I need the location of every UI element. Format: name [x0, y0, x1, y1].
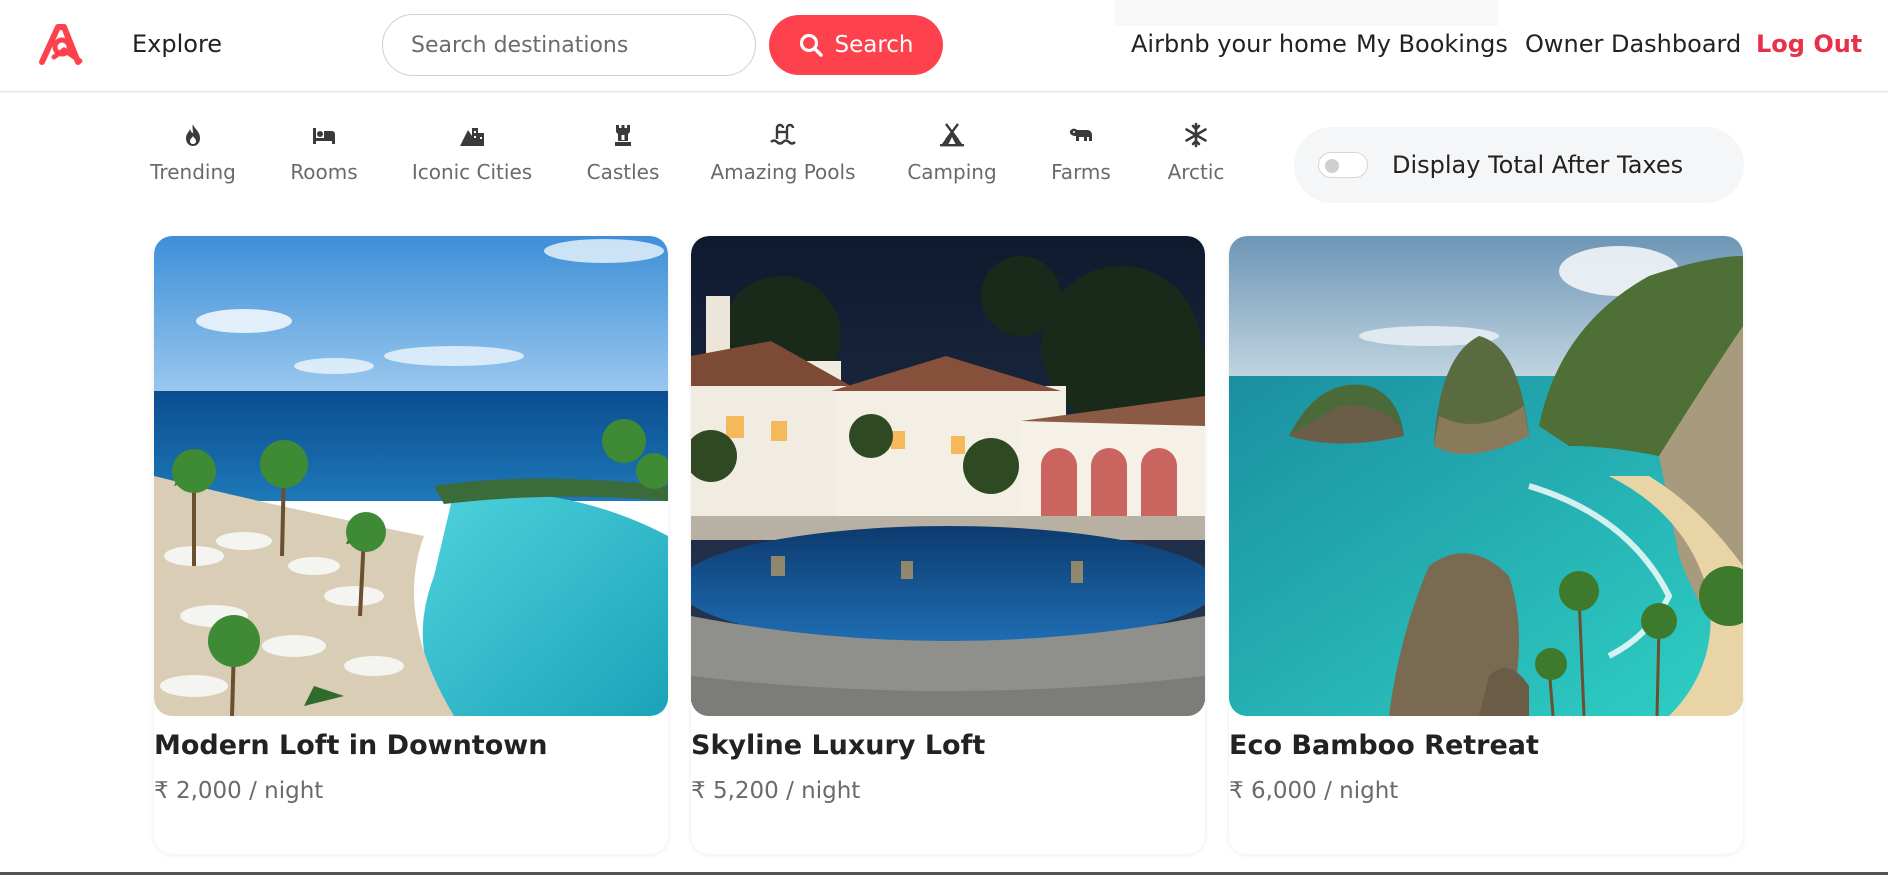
filter-arctic[interactable]: Arctic	[1121, 118, 1271, 184]
pool-icon	[708, 118, 858, 152]
nav-links: Airbnb your home My Bookings Owner Dashb…	[0, 30, 1888, 60]
filter-label: Iconic Cities	[411, 160, 533, 184]
fire-icon	[118, 118, 268, 152]
bed-icon	[249, 118, 399, 152]
filter-castles[interactable]: Castles	[548, 118, 698, 184]
mountain-city-icon	[397, 118, 547, 152]
listing-card[interactable]: Modern Loft in Downtown ₹ 2,000 / night	[154, 236, 668, 854]
listing-title: Eco Bamboo Retreat	[1229, 730, 1539, 761]
campground-icon	[877, 118, 1027, 152]
switch-knob	[1325, 159, 1339, 173]
navbar: Explore Search Airbnb your home My Booki…	[0, 0, 1888, 92]
listing-title: Modern Loft in Downtown	[154, 730, 548, 761]
listing-photo	[1229, 236, 1743, 716]
castle-icon	[548, 118, 698, 152]
owner-dashboard-link[interactable]: Owner Dashboard	[1525, 30, 1741, 58]
filter-label: Arctic	[1167, 160, 1225, 184]
filter-iconic-cities[interactable]: Iconic Cities	[397, 118, 547, 184]
filter-camping[interactable]: Camping	[877, 118, 1027, 184]
logout-link[interactable]: Log Out	[1756, 30, 1862, 58]
listing-photo	[154, 236, 668, 716]
airbnb-your-home-link[interactable]: Airbnb your home	[1131, 30, 1347, 58]
filter-label: Amazing Pools	[710, 160, 856, 184]
filter-trending[interactable]: Trending	[118, 118, 268, 184]
listing-price: ₹ 5,200 / night	[691, 778, 861, 804]
filter-label: Rooms	[290, 160, 358, 184]
listing-price: ₹ 2,000 / night	[154, 778, 324, 804]
filter-label: Castles	[586, 160, 660, 184]
tax-toggle-label: Display Total After Taxes	[1392, 151, 1684, 179]
listing-card[interactable]: Eco Bamboo Retreat ₹ 6,000 / night	[1229, 236, 1743, 854]
listing-title: Skyline Luxury Loft	[691, 730, 986, 761]
filter-amazing-pools[interactable]: Amazing Pools	[708, 118, 858, 184]
listing-price: ₹ 6,000 / night	[1229, 778, 1399, 804]
tax-toggle-panel: Display Total After Taxes	[1294, 127, 1744, 203]
filter-label: Trending	[150, 160, 236, 184]
snowflake-icon	[1121, 118, 1271, 152]
tax-toggle-switch[interactable]	[1318, 152, 1368, 178]
header-background-strip	[1114, 0, 1498, 26]
my-bookings-link[interactable]: My Bookings	[1356, 30, 1508, 58]
filter-label: Camping	[907, 160, 997, 184]
category-filters: Trending Rooms Iconic Cities Castles Ama…	[150, 118, 1253, 198]
listing-card[interactable]: Skyline Luxury Loft ₹ 5,200 / night	[691, 236, 1205, 854]
listing-photo	[691, 236, 1205, 716]
filter-rooms[interactable]: Rooms	[249, 118, 399, 184]
